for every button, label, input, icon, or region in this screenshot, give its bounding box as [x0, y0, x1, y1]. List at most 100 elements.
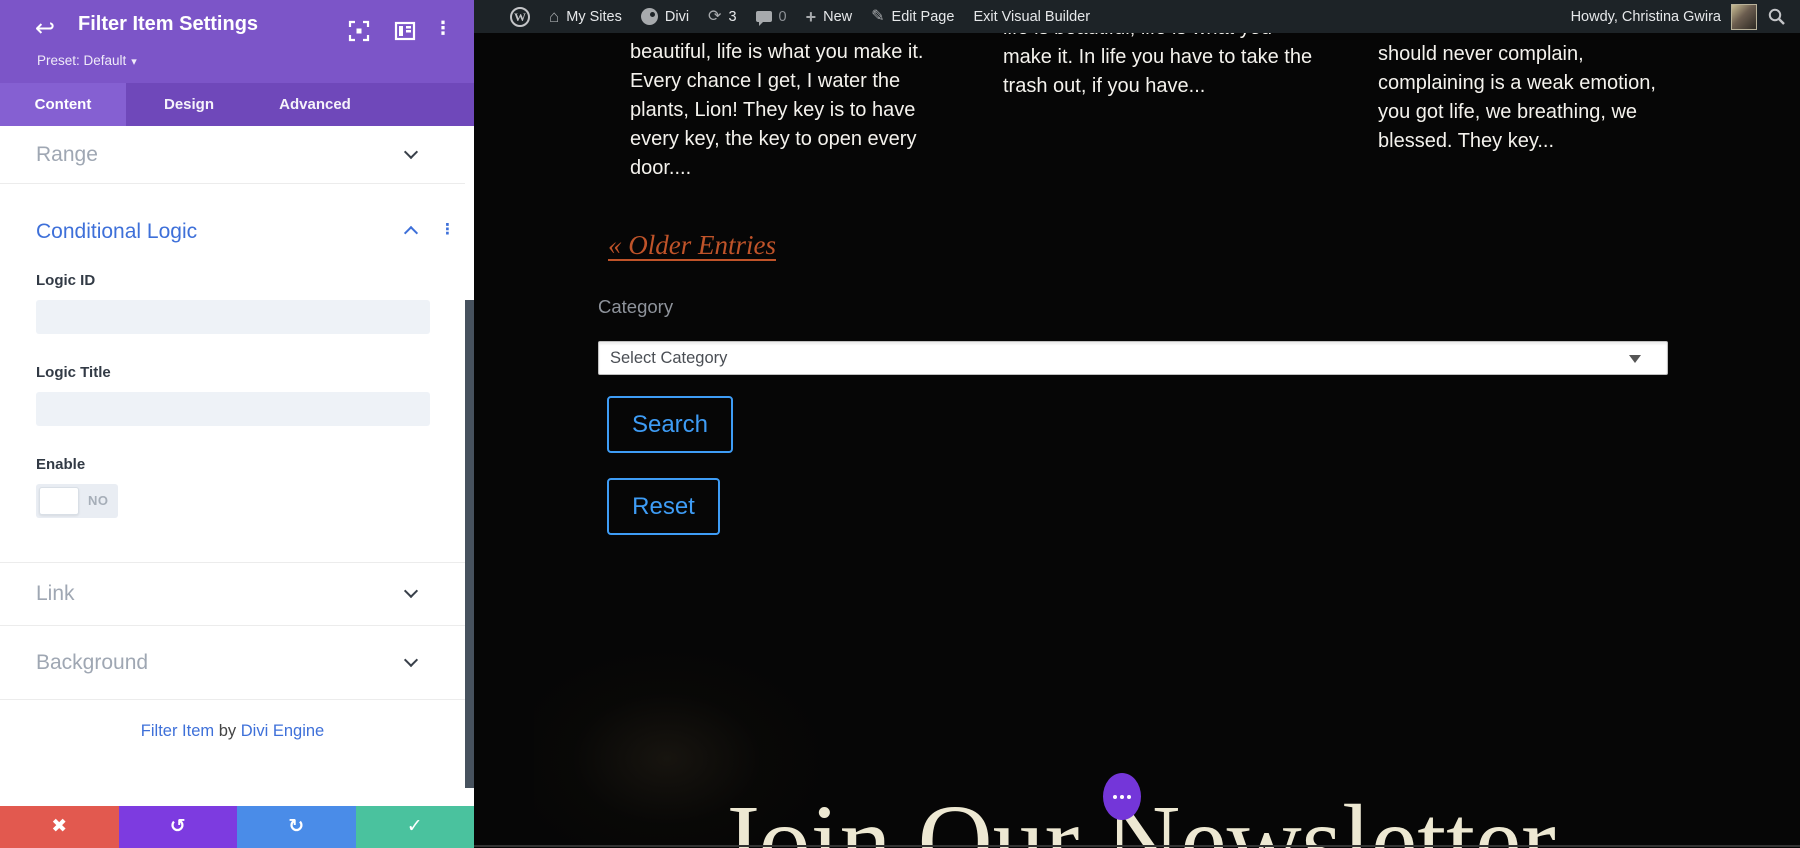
panel-menu-kebab-icon[interactable]: ⋮	[434, 18, 450, 44]
panel-header: ↩ Filter Item Settings Preset: Default ▾	[0, 0, 474, 83]
updates-icon: ⟳	[708, 9, 721, 25]
panel-layout-icon[interactable]	[394, 20, 416, 42]
panel-scrollbar[interactable]	[465, 300, 474, 788]
site-preview: beautiful, life is what you make it. Eve…	[474, 0, 1800, 848]
section-divider	[474, 845, 1800, 847]
section-range-label: Range	[36, 143, 98, 167]
edit-page-menu[interactable]: ✎ Edit Page	[871, 9, 954, 25]
module-name-link[interactable]: Filter Item	[141, 722, 214, 740]
excerpt-line: plants, Lion! They key is to have	[630, 96, 923, 125]
panel-title: Filter Item Settings	[78, 13, 258, 36]
toggle-knob[interactable]	[39, 487, 79, 515]
updates-menu[interactable]: ⟳ 3	[708, 9, 736, 25]
section-conditional-logic[interactable]: Conditional Logic ⋮	[0, 210, 465, 256]
comments-menu[interactable]: 0	[756, 9, 787, 25]
blog-excerpt-column-1: beautiful, life is what you make it. Eve…	[630, 38, 923, 183]
chevron-down-icon[interactable]	[404, 652, 418, 666]
excerpt-line: make it. In life you have to take the	[1003, 43, 1312, 72]
divi-label: Divi	[665, 9, 689, 25]
panel-action-bar: ✖ ↺ ↻ ✓	[0, 806, 474, 848]
updates-count: 3	[728, 9, 736, 25]
close-icon: ✖	[51, 816, 67, 837]
tab-design[interactable]: Design	[126, 83, 252, 126]
category-select-value: Select Category	[610, 342, 727, 374]
wp-admin-bar: W ⌂ My Sites Divi ⟳ 3 0	[474, 0, 1800, 33]
comments-count: 0	[779, 9, 787, 25]
user-avatar[interactable]	[1731, 4, 1757, 30]
preset-label: Preset: Default	[37, 53, 126, 68]
older-entries-link[interactable]: « Older Entries	[608, 230, 776, 261]
my-sites-icon: ⌂	[549, 8, 559, 25]
page-root: ↩ Filter Item Settings Preset: Default ▾	[0, 0, 1800, 848]
chevron-up-icon[interactable]	[404, 226, 418, 240]
chevron-down-icon: ▾	[131, 56, 137, 68]
section-background[interactable]: Background	[0, 626, 465, 700]
enable-label: Enable	[36, 456, 85, 473]
reset-button[interactable]: Reset	[607, 478, 720, 535]
settings-tabs: Content Design Advanced	[0, 83, 474, 126]
row-settings-dots-button[interactable]	[1103, 773, 1141, 820]
search-icon[interactable]	[1767, 7, 1786, 26]
section-conditional-logic-label: Conditional Logic	[36, 220, 197, 244]
discard-button[interactable]: ✖	[0, 806, 119, 848]
excerpt-line: you got life, we breathing, we	[1378, 98, 1656, 127]
category-select[interactable]: Select Category	[598, 341, 1668, 375]
section-background-label: Background	[36, 651, 148, 675]
admin-bar-right: Howdy, Christina Gwira	[1571, 4, 1800, 30]
vendor-link[interactable]: Divi Engine	[241, 722, 324, 740]
comments-icon	[756, 11, 772, 22]
check-icon: ✓	[407, 816, 423, 837]
admin-bar-left: W ⌂ My Sites Divi ⟳ 3 0	[474, 7, 1571, 27]
howdy-account-menu[interactable]: Howdy, Christina Gwira	[1571, 9, 1721, 25]
new-content-menu[interactable]: + New	[806, 8, 853, 26]
section-link[interactable]: Link	[0, 562, 465, 626]
excerpt-line: blessed. They key...	[1378, 127, 1656, 156]
new-label: New	[823, 9, 852, 25]
tab-advanced[interactable]: Advanced	[252, 83, 378, 126]
filter-item-settings-panel: ↩ Filter Item Settings Preset: Default ▾	[0, 0, 474, 848]
tab-content[interactable]: Content	[0, 83, 126, 126]
plus-icon: +	[806, 8, 817, 26]
pencil-icon: ✎	[871, 9, 884, 25]
divi-menu[interactable]: Divi	[641, 8, 689, 25]
search-button[interactable]: Search	[607, 396, 733, 453]
undo-button[interactable]: ↺	[119, 806, 238, 848]
enable-toggle[interactable]: NO	[36, 484, 118, 518]
select-arrow-icon	[1629, 355, 1641, 363]
category-filter-label: Category	[598, 296, 673, 318]
blog-excerpt-column-3: should never complain, complaining is a …	[1378, 40, 1656, 156]
section-range[interactable]: Range	[0, 126, 465, 184]
module-credit: Filter Item by Divi Engine	[0, 722, 465, 741]
excerpt-line: beautiful, life is what you make it.	[630, 38, 923, 67]
preset-selector[interactable]: Preset: Default ▾	[37, 53, 137, 68]
excerpt-line: Every chance I get, I water the	[630, 67, 923, 96]
logic-title-input[interactable]	[36, 392, 430, 426]
my-sites-menu[interactable]: ⌂ My Sites	[549, 8, 622, 25]
divi-icon	[641, 8, 658, 25]
logic-title-label: Logic Title	[36, 364, 111, 381]
excerpt-line: every key, the key to open every	[630, 125, 923, 154]
section-link-label: Link	[36, 582, 75, 606]
redo-button[interactable]: ↻	[237, 806, 356, 848]
exit-visual-builder-button[interactable]: Exit Visual Builder	[973, 9, 1090, 25]
redo-icon: ↻	[288, 816, 304, 837]
excerpt-line: trash out, if you have...	[1003, 72, 1312, 101]
chevron-down-icon[interactable]	[404, 144, 418, 158]
excerpt-line: door....	[630, 154, 923, 183]
edit-page-label: Edit Page	[892, 9, 955, 25]
exit-visual-builder-label: Exit Visual Builder	[973, 9, 1090, 25]
focus-mode-icon[interactable]	[348, 20, 370, 42]
back-icon[interactable]: ↩	[28, 12, 62, 46]
logic-id-input[interactable]	[36, 300, 430, 334]
excerpt-line: complaining is a weak emotion,	[1378, 69, 1656, 98]
toggle-state-label: NO	[88, 484, 109, 518]
credit-by-text: by	[219, 722, 236, 740]
wordpress-logo-icon[interactable]: W	[510, 7, 530, 27]
logic-id-label: Logic ID	[36, 272, 95, 289]
save-button[interactable]: ✓	[356, 806, 475, 848]
chevron-down-icon[interactable]	[404, 584, 418, 598]
section-options-kebab-icon[interactable]: ⋮	[440, 220, 454, 238]
undo-icon: ↺	[170, 816, 186, 837]
excerpt-line: should never complain,	[1378, 40, 1656, 69]
my-sites-label: My Sites	[566, 9, 622, 25]
